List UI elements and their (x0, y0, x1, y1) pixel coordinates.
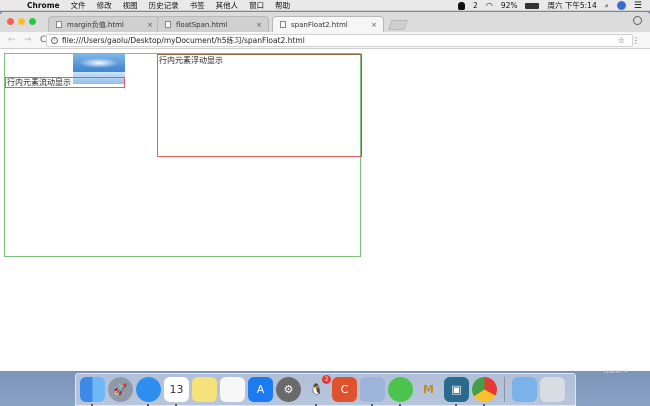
notification-center-icon[interactable]: ☰ (634, 1, 642, 11)
qq-status-icon[interactable] (458, 1, 466, 10)
page-viewport: 行内元素流动显示 行内元素浮动显示 (0, 50, 650, 371)
tab-strip: margin负值.html × floatSpan.html × spanFlo… (0, 12, 650, 32)
outer-container-box: 行内元素流动显示 行内元素浮动显示 (4, 53, 362, 257)
floated-span: 行内元素浮动显示 (157, 54, 362, 157)
zoom-window-button[interactable] (29, 18, 36, 25)
menu-clock[interactable]: 周六 下午5:14 (547, 0, 596, 11)
info-icon[interactable]: i (51, 37, 58, 44)
tab-close-icon[interactable]: × (256, 21, 262, 29)
launchpad-icon[interactable]: 🚀 (108, 377, 133, 402)
system-preferences-icon[interactable]: ⚙ (276, 377, 301, 402)
trash-icon[interactable] (540, 377, 565, 402)
page-icon (280, 21, 286, 28)
forward-button[interactable]: → (24, 35, 32, 45)
preview-icon[interactable] (360, 377, 385, 406)
qq-badge: 2 (322, 375, 331, 384)
tab-title: margin负值.html (67, 20, 124, 29)
profile-icon[interactable] (633, 16, 642, 25)
tab-close-icon[interactable]: × (147, 21, 153, 29)
tab-float-span[interactable]: floatSpan.html × (157, 16, 269, 32)
back-button[interactable]: ← (8, 35, 16, 45)
wechat-icon[interactable] (388, 377, 413, 406)
minimize-window-button[interactable] (18, 18, 25, 25)
qq-app-icon[interactable]: 🐧 2 (304, 375, 331, 406)
battery-icon[interactable] (525, 2, 540, 9)
c-app-icon[interactable]: C (332, 377, 357, 402)
inline-flow-span: 行内元素流动显示 (5, 77, 125, 88)
menu-edit[interactable]: 修改 (97, 0, 112, 11)
url-text[interactable]: file:///Users/gaolu/Desktop/myDocument/h… (62, 35, 305, 46)
m-app-icon[interactable]: M (416, 377, 441, 402)
menu-bookmarks[interactable]: 书签 (190, 0, 205, 11)
menu-extras: 2 ◠ 92% 周六 下午5:14 ⌕ ☰ (458, 0, 642, 11)
menu-file[interactable]: 文件 (71, 0, 86, 11)
c-app-label: C (340, 383, 349, 396)
bookmark-star-icon[interactable]: ☆ (618, 36, 625, 45)
page-icon (56, 21, 62, 28)
page-icon (165, 21, 171, 28)
menu-history[interactable]: 历史记录 (149, 0, 179, 11)
menu-app-name[interactable]: Chrome (27, 1, 60, 10)
reminders-icon[interactable] (220, 377, 245, 402)
menu-help[interactable]: 帮助 (275, 0, 290, 11)
tab-title: spanFloat2.html (291, 20, 348, 29)
browser-window: margin负值.html × floatSpan.html × spanFlo… (0, 12, 650, 371)
spotlight-icon[interactable]: ⌕ (605, 1, 609, 11)
app-store-icon[interactable]: A (248, 377, 273, 402)
m-app-label: M (423, 383, 434, 396)
address-bar[interactable]: i file:///Users/gaolu/Desktop/myDocument… (46, 34, 633, 47)
close-window-button[interactable] (7, 18, 14, 25)
spaces-label: spaces: 4 (604, 369, 628, 375)
menu-window[interactable]: 窗口 (249, 0, 264, 11)
window-controls (7, 18, 36, 25)
tab-margin-negative[interactable]: margin负值.html × (48, 16, 160, 32)
menu-view[interactable]: 视图 (123, 0, 138, 11)
downloads-folder-icon[interactable] (512, 377, 537, 402)
tab-title: floatSpan.html (176, 20, 228, 29)
chrome-dock-icon[interactable] (472, 377, 497, 406)
battery-percent: 92% (500, 1, 518, 10)
wifi-icon[interactable]: ◠ (486, 1, 493, 10)
notes-icon[interactable] (192, 377, 217, 402)
calendar-day: 13 (169, 383, 184, 396)
dock-separator (504, 377, 505, 402)
sourcetree-icon[interactable]: ▣ (444, 377, 469, 406)
user-avatar-icon[interactable] (616, 1, 626, 10)
tab-span-float2[interactable]: spanFloat2.html × (272, 16, 384, 32)
menu-people[interactable]: 其他人 (216, 0, 239, 11)
finder-icon[interactable] (80, 377, 105, 406)
tab-close-icon[interactable]: × (371, 21, 377, 29)
calendar-icon[interactable]: 13 (164, 377, 189, 406)
mac-menu-bar: Chrome 文件 修改 视图 历史记录 书签 其他人 窗口 帮助 2 ◠ 92… (0, 0, 650, 11)
safari-icon[interactable] (136, 377, 161, 406)
browser-toolbar: ← → C i file:///Users/gaolu/Desktop/myDo… (0, 32, 650, 49)
new-tab-button[interactable] (388, 20, 408, 30)
chrome-menu-icon[interactable]: ⋮ (632, 36, 640, 45)
qq-count: 2 (473, 1, 478, 10)
mac-dock: 🚀 13 A ⚙ 🐧 2 C M ▣ (75, 373, 576, 406)
